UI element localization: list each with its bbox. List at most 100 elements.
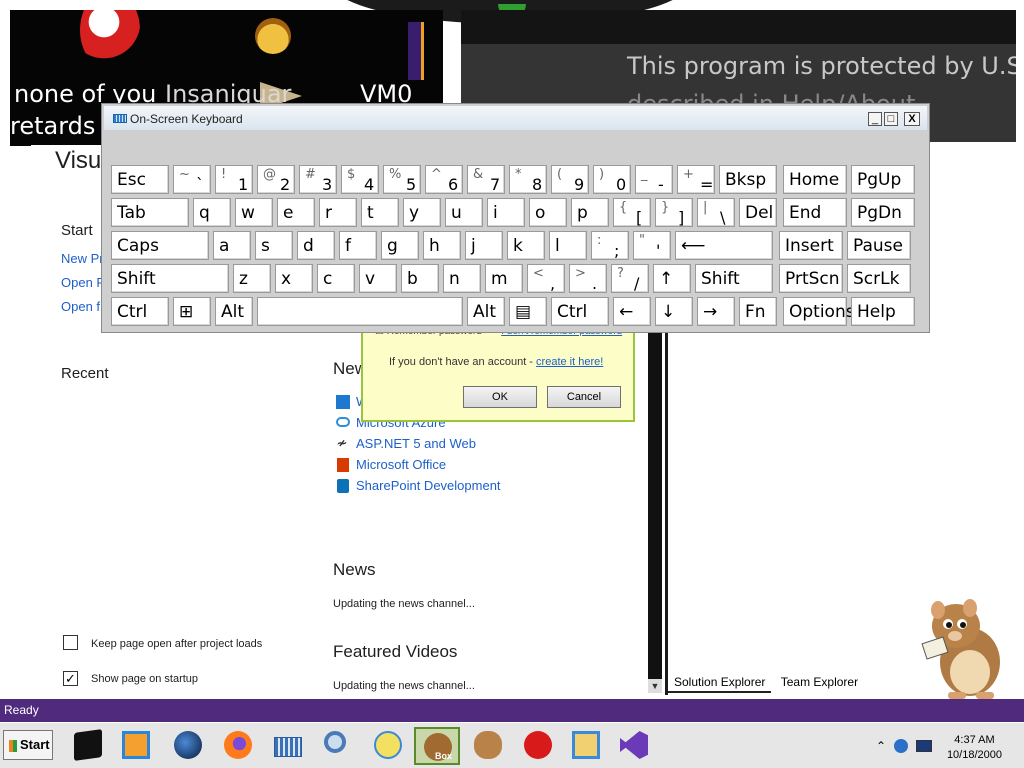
- clock[interactable]: 4:37 AM 10/18/2000: [947, 733, 1002, 763]
- key-prtscn[interactable]: PrtScn: [779, 264, 843, 293]
- key-u[interactable]: u: [445, 198, 483, 227]
- key-m[interactable]: m: [485, 264, 523, 293]
- key-help[interactable]: Help: [851, 297, 915, 326]
- news-link-office[interactable]: Microsoft Office: [356, 457, 446, 472]
- key-9[interactable]: (9: [551, 165, 589, 194]
- key-y[interactable]: y: [403, 198, 441, 227]
- key-g[interactable]: g: [381, 231, 419, 260]
- key-esc[interactable]: Esc: [111, 165, 169, 194]
- key-quote[interactable]: " ': [633, 231, 671, 260]
- key-caps[interactable]: Caps: [111, 231, 209, 260]
- key-arrow-right[interactable]: →: [697, 297, 735, 326]
- key-backslash[interactable]: | \: [697, 198, 735, 227]
- key-i[interactable]: i: [487, 198, 525, 227]
- key-pause[interactable]: Pause: [847, 231, 911, 260]
- taskbar-terminal[interactable]: [66, 727, 110, 765]
- key-h[interactable]: h: [423, 231, 461, 260]
- taskbar-media[interactable]: [114, 727, 158, 765]
- key-ctrl-left[interactable]: Ctrl: [111, 297, 169, 326]
- key-s[interactable]: s: [255, 231, 293, 260]
- ok-button[interactable]: OK: [463, 386, 537, 408]
- key-equals[interactable]: + =: [677, 165, 715, 194]
- create-account-link[interactable]: create it here!: [536, 356, 603, 368]
- key-del[interactable]: Del: [739, 198, 777, 227]
- key-f[interactable]: f: [339, 231, 377, 260]
- key-c[interactable]: c: [317, 264, 355, 293]
- taskbar-visual-studio[interactable]: [612, 727, 656, 765]
- network-icon[interactable]: [894, 739, 908, 753]
- close-button[interactable]: X: [904, 112, 920, 126]
- key-minus[interactable]: _ -: [635, 165, 673, 194]
- key-arrow-up[interactable]: ↑: [653, 264, 691, 293]
- key-menu[interactable]: ▤: [509, 297, 547, 326]
- display-icon[interactable]: [916, 740, 932, 752]
- key-home[interactable]: Home: [783, 165, 847, 194]
- key-b[interactable]: b: [401, 264, 439, 293]
- key-tab[interactable]: Tab: [111, 198, 189, 227]
- scroll-down-arrow-icon[interactable]: ▼: [648, 679, 662, 693]
- key-n[interactable]: n: [443, 264, 481, 293]
- key-k[interactable]: k: [507, 231, 545, 260]
- key-e[interactable]: e: [277, 198, 315, 227]
- key-7[interactable]: & 7: [467, 165, 505, 194]
- key-arrow-left[interactable]: ←: [613, 297, 651, 326]
- taskbar-globe[interactable]: [166, 727, 210, 765]
- tray-expand-icon[interactable]: ⌃: [876, 739, 886, 753]
- key-p[interactable]: p: [571, 198, 609, 227]
- key-win[interactable]: ⊞: [173, 297, 211, 326]
- key-pgup[interactable]: PgUp: [851, 165, 915, 194]
- key-8[interactable]: * 8: [509, 165, 547, 194]
- key-space[interactable]: [257, 297, 463, 326]
- maximize-button[interactable]: □: [884, 112, 898, 126]
- taskbar-messenger[interactable]: [366, 727, 410, 765]
- new-project-link[interactable]: New Pr: [61, 251, 104, 266]
- key-v[interactable]: v: [359, 264, 397, 293]
- taskbar-firefox[interactable]: [216, 727, 260, 765]
- key-0[interactable]: ) 0: [593, 165, 631, 194]
- key-shift-left[interactable]: Shift: [111, 264, 229, 293]
- key-fn[interactable]: Fn: [739, 297, 777, 326]
- key-1[interactable]: ! 1: [215, 165, 253, 194]
- taskbar-hamster[interactable]: [466, 727, 510, 765]
- tab-team-explorer[interactable]: Team Explorer: [775, 673, 864, 691]
- key-r[interactable]: r: [319, 198, 357, 227]
- key-d[interactable]: d: [297, 231, 335, 260]
- key-pgdn[interactable]: PgDn: [851, 198, 915, 227]
- key-shift-right[interactable]: Shift: [695, 264, 773, 293]
- key-a[interactable]: a: [213, 231, 251, 260]
- key-z[interactable]: z: [233, 264, 271, 293]
- key-5[interactable]: % 5: [383, 165, 421, 194]
- key-end[interactable]: End: [783, 198, 847, 227]
- key-2[interactable]: @2: [257, 165, 295, 194]
- open-project-link[interactable]: Open P: [61, 275, 105, 290]
- tab-solution-explorer[interactable]: Solution Explorer: [668, 673, 772, 693]
- key-options[interactable]: Options: [783, 297, 855, 326]
- key-arrow-down[interactable]: ↓: [655, 297, 693, 326]
- keep-open-checkbox[interactable]: [63, 635, 78, 650]
- key-alt-right[interactable]: Alt: [467, 297, 505, 326]
- key-semicolon[interactable]: :;: [591, 231, 629, 260]
- open-from-link[interactable]: Open f: [61, 299, 100, 314]
- taskbar-search[interactable]: [316, 727, 360, 765]
- key-j[interactable]: j: [465, 231, 503, 260]
- key-rbracket[interactable]: }]: [655, 198, 693, 227]
- key-6[interactable]: ^ 6: [425, 165, 463, 194]
- show-startup-checkbox[interactable]: ✓: [63, 671, 78, 686]
- key-ctrl-right[interactable]: Ctrl: [551, 297, 609, 326]
- taskbar-explorer[interactable]: [564, 727, 608, 765]
- taskbar-hamster-box[interactable]: Box: [414, 727, 460, 765]
- news-link-aspnet[interactable]: ASP.NET 5 and Web: [356, 436, 476, 451]
- key-period[interactable]: >.: [569, 264, 607, 293]
- taskbar-keyboard[interactable]: [266, 727, 310, 765]
- key-3[interactable]: #3: [299, 165, 337, 194]
- key-insert[interactable]: Insert: [779, 231, 843, 260]
- key-t[interactable]: t: [361, 198, 399, 227]
- key-scrlk[interactable]: ScrLk: [847, 264, 911, 293]
- news-link-sharepoint[interactable]: SharePoint Development: [356, 478, 501, 493]
- minimize-button[interactable]: _: [868, 112, 882, 126]
- start-button[interactable]: Start: [3, 730, 53, 760]
- key-q[interactable]: q: [193, 198, 231, 227]
- key-lbracket[interactable]: {[: [613, 198, 651, 227]
- key-slash[interactable]: ? /: [611, 264, 649, 293]
- key-l[interactable]: l: [549, 231, 587, 260]
